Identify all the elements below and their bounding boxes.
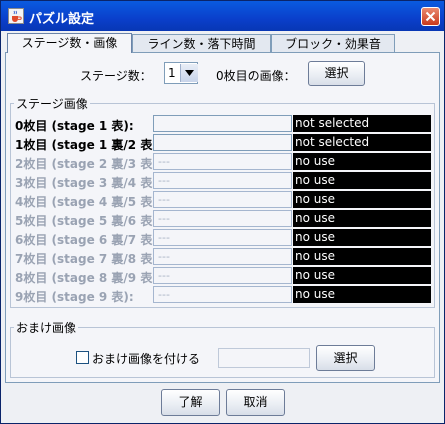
close-button[interactable] [421, 7, 440, 26]
row-field-6: --- [153, 229, 292, 246]
row-status-0: not selected [293, 115, 431, 132]
bonus-image-path-field [218, 348, 310, 368]
row-status-1: not selected [293, 134, 431, 151]
status-text: no use [295, 211, 336, 225]
field-text: --- [158, 155, 170, 168]
row-label-1: 1枚目 (stage 1 裏/2 表): [15, 138, 163, 152]
button-label: 了解 [178, 395, 203, 409]
row-label-7: 7枚目 (stage 7 裏/8 表): [15, 252, 163, 266]
row-field-4: --- [153, 191, 292, 208]
row-status-3: no use [293, 172, 431, 189]
tab-label: ステージ数・画像 [21, 36, 118, 50]
row-status-4: no use [293, 191, 431, 208]
field-text: --- [158, 269, 170, 282]
row-field-9: --- [153, 286, 292, 303]
field-text: --- [158, 288, 170, 301]
stage-count-select[interactable]: 1 [164, 62, 198, 84]
java-cup-icon [8, 8, 24, 24]
field-text: --- [158, 212, 170, 225]
field-text: --- [158, 174, 170, 187]
row-status-8: no use [293, 267, 431, 284]
title-bar[interactable]: パズル設定 [1, 1, 444, 31]
tab-label: ライン数・落下時間 [147, 37, 256, 51]
tab-label: ブロック・効果音 [285, 37, 381, 51]
status-text: no use [295, 230, 336, 244]
button-label: 選択 [333, 351, 358, 365]
tab-block-sound[interactable]: ブロック・効果音 [271, 34, 395, 52]
dropdown-button[interactable] [180, 64, 198, 82]
row-field-7: --- [153, 248, 292, 265]
stage-count-value: 1 [168, 66, 176, 80]
select-image0-button[interactable]: 選択 [308, 61, 365, 86]
row-status-9: no use [293, 286, 431, 303]
row-label-5: 5枚目 (stage 5 裏/6 表): [15, 214, 163, 228]
ok-button[interactable]: 了解 [161, 389, 220, 416]
row-status-7: no use [293, 248, 431, 265]
status-text: no use [295, 173, 336, 187]
status-text: no use [295, 154, 336, 168]
close-icon [425, 11, 436, 22]
cancel-button[interactable]: 取消 [226, 389, 285, 416]
row-field-1[interactable] [153, 134, 292, 151]
row-label-8: 8枚目 (stage 8 裏/9 表): [15, 271, 163, 285]
status-text: not selected [295, 135, 370, 149]
status-text: no use [295, 287, 336, 301]
row-label-0: 0枚目 (stage 1 表): [15, 119, 134, 133]
row-status-6: no use [293, 229, 431, 246]
row-label-9: 9枚目 (stage 9 表): [15, 290, 134, 304]
bonus-image-title: おまけ画像 [14, 319, 79, 336]
field-text: --- [158, 193, 170, 206]
tab-line-count-fall-time[interactable]: ライン数・落下時間 [132, 34, 271, 52]
status-text: no use [295, 268, 336, 282]
button-label: 取消 [243, 395, 268, 409]
select-bonus-image-button[interactable]: 選択 [316, 345, 375, 371]
bonus-image-checkbox[interactable] [76, 351, 89, 364]
bonus-image-checkbox-label[interactable]: おまけ画像を付ける [92, 350, 200, 367]
window-title: パズル設定 [29, 12, 95, 27]
row-field-0[interactable] [153, 115, 292, 132]
stage-images-title: ステージ画像 [14, 95, 90, 112]
row-field-5: --- [153, 210, 292, 227]
row-label-3: 3枚目 (stage 3 裏/4 表): [15, 176, 163, 190]
status-text: no use [295, 192, 336, 206]
row-field-8: --- [153, 267, 292, 284]
row-field-2: --- [153, 153, 292, 170]
status-text: not selected [295, 116, 370, 130]
field-text: --- [158, 250, 170, 263]
chevron-down-icon [185, 70, 194, 76]
row-field-3: --- [153, 172, 292, 189]
image0-label: 0枚目の画像： [216, 69, 296, 83]
field-text: --- [158, 231, 170, 244]
row-status-5: no use [293, 210, 431, 227]
stage-count-label: ステージ数： [80, 69, 152, 83]
row-label-4: 4枚目 (stage 4 裏/5 表): [15, 195, 163, 209]
tab-stage-count-image[interactable]: ステージ数・画像 [7, 33, 132, 53]
row-label-2: 2枚目 (stage 2 裏/3 表): [15, 157, 163, 171]
button-label: 選択 [324, 66, 349, 80]
row-label-6: 6枚目 (stage 6 裏/7 表): [15, 233, 163, 247]
row-status-2: no use [293, 153, 431, 170]
status-text: no use [295, 249, 336, 263]
dialog-window: パズル設定 ステージ数・画像 ライン数・落下時間 ブロック・効果音 ステージ数：… [0, 0, 445, 424]
